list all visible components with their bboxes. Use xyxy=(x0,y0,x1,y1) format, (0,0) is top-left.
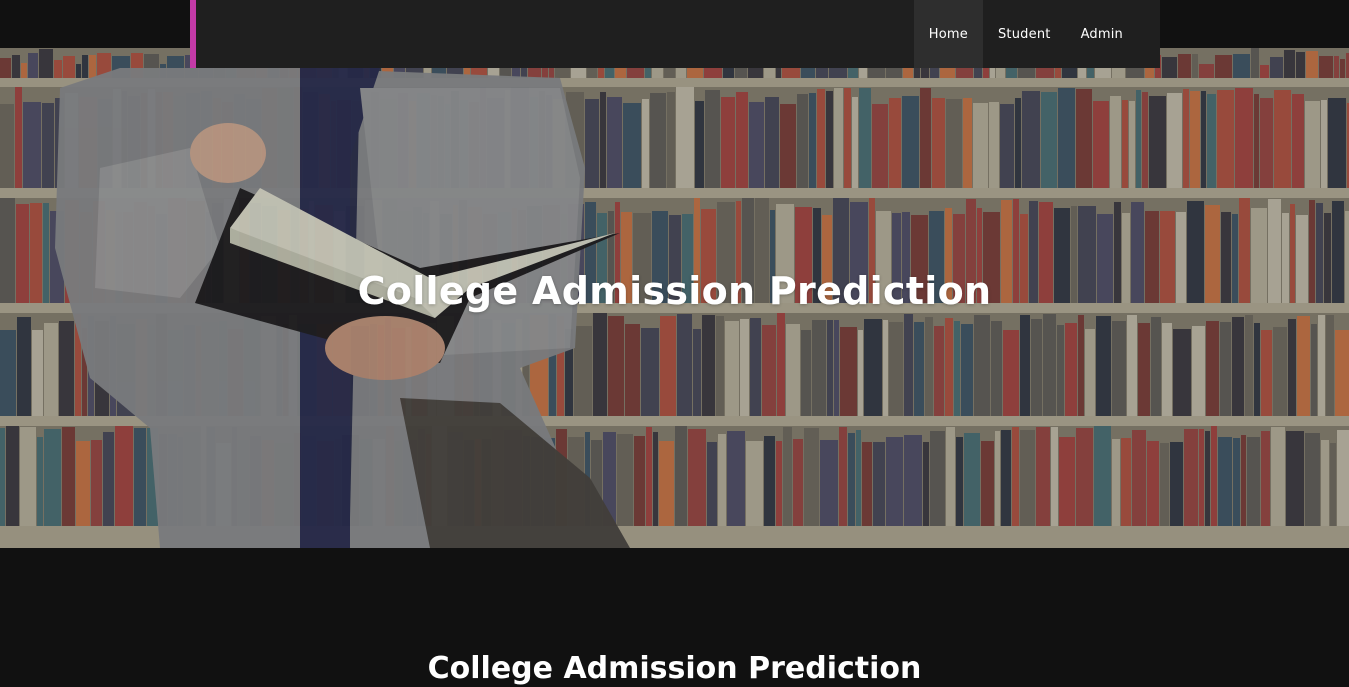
page: Home Student Admin College Admission Pre… xyxy=(0,0,1349,687)
nav-home-link[interactable]: Home xyxy=(913,0,983,68)
section-title: College Admission Prediction xyxy=(427,650,922,686)
content-section: College Admission Prediction xyxy=(0,548,1349,687)
nav-links: Home Student Admin xyxy=(913,0,1138,68)
hero-title: College Admission Prediction xyxy=(357,269,992,314)
nav-admin-link[interactable]: Admin xyxy=(1066,0,1138,68)
navbar-accent xyxy=(190,0,196,68)
nav-student-link[interactable]: Student xyxy=(983,0,1066,68)
navbar: Home Student Admin xyxy=(190,0,1160,68)
hero-banner: College Admission Prediction xyxy=(0,48,1349,548)
